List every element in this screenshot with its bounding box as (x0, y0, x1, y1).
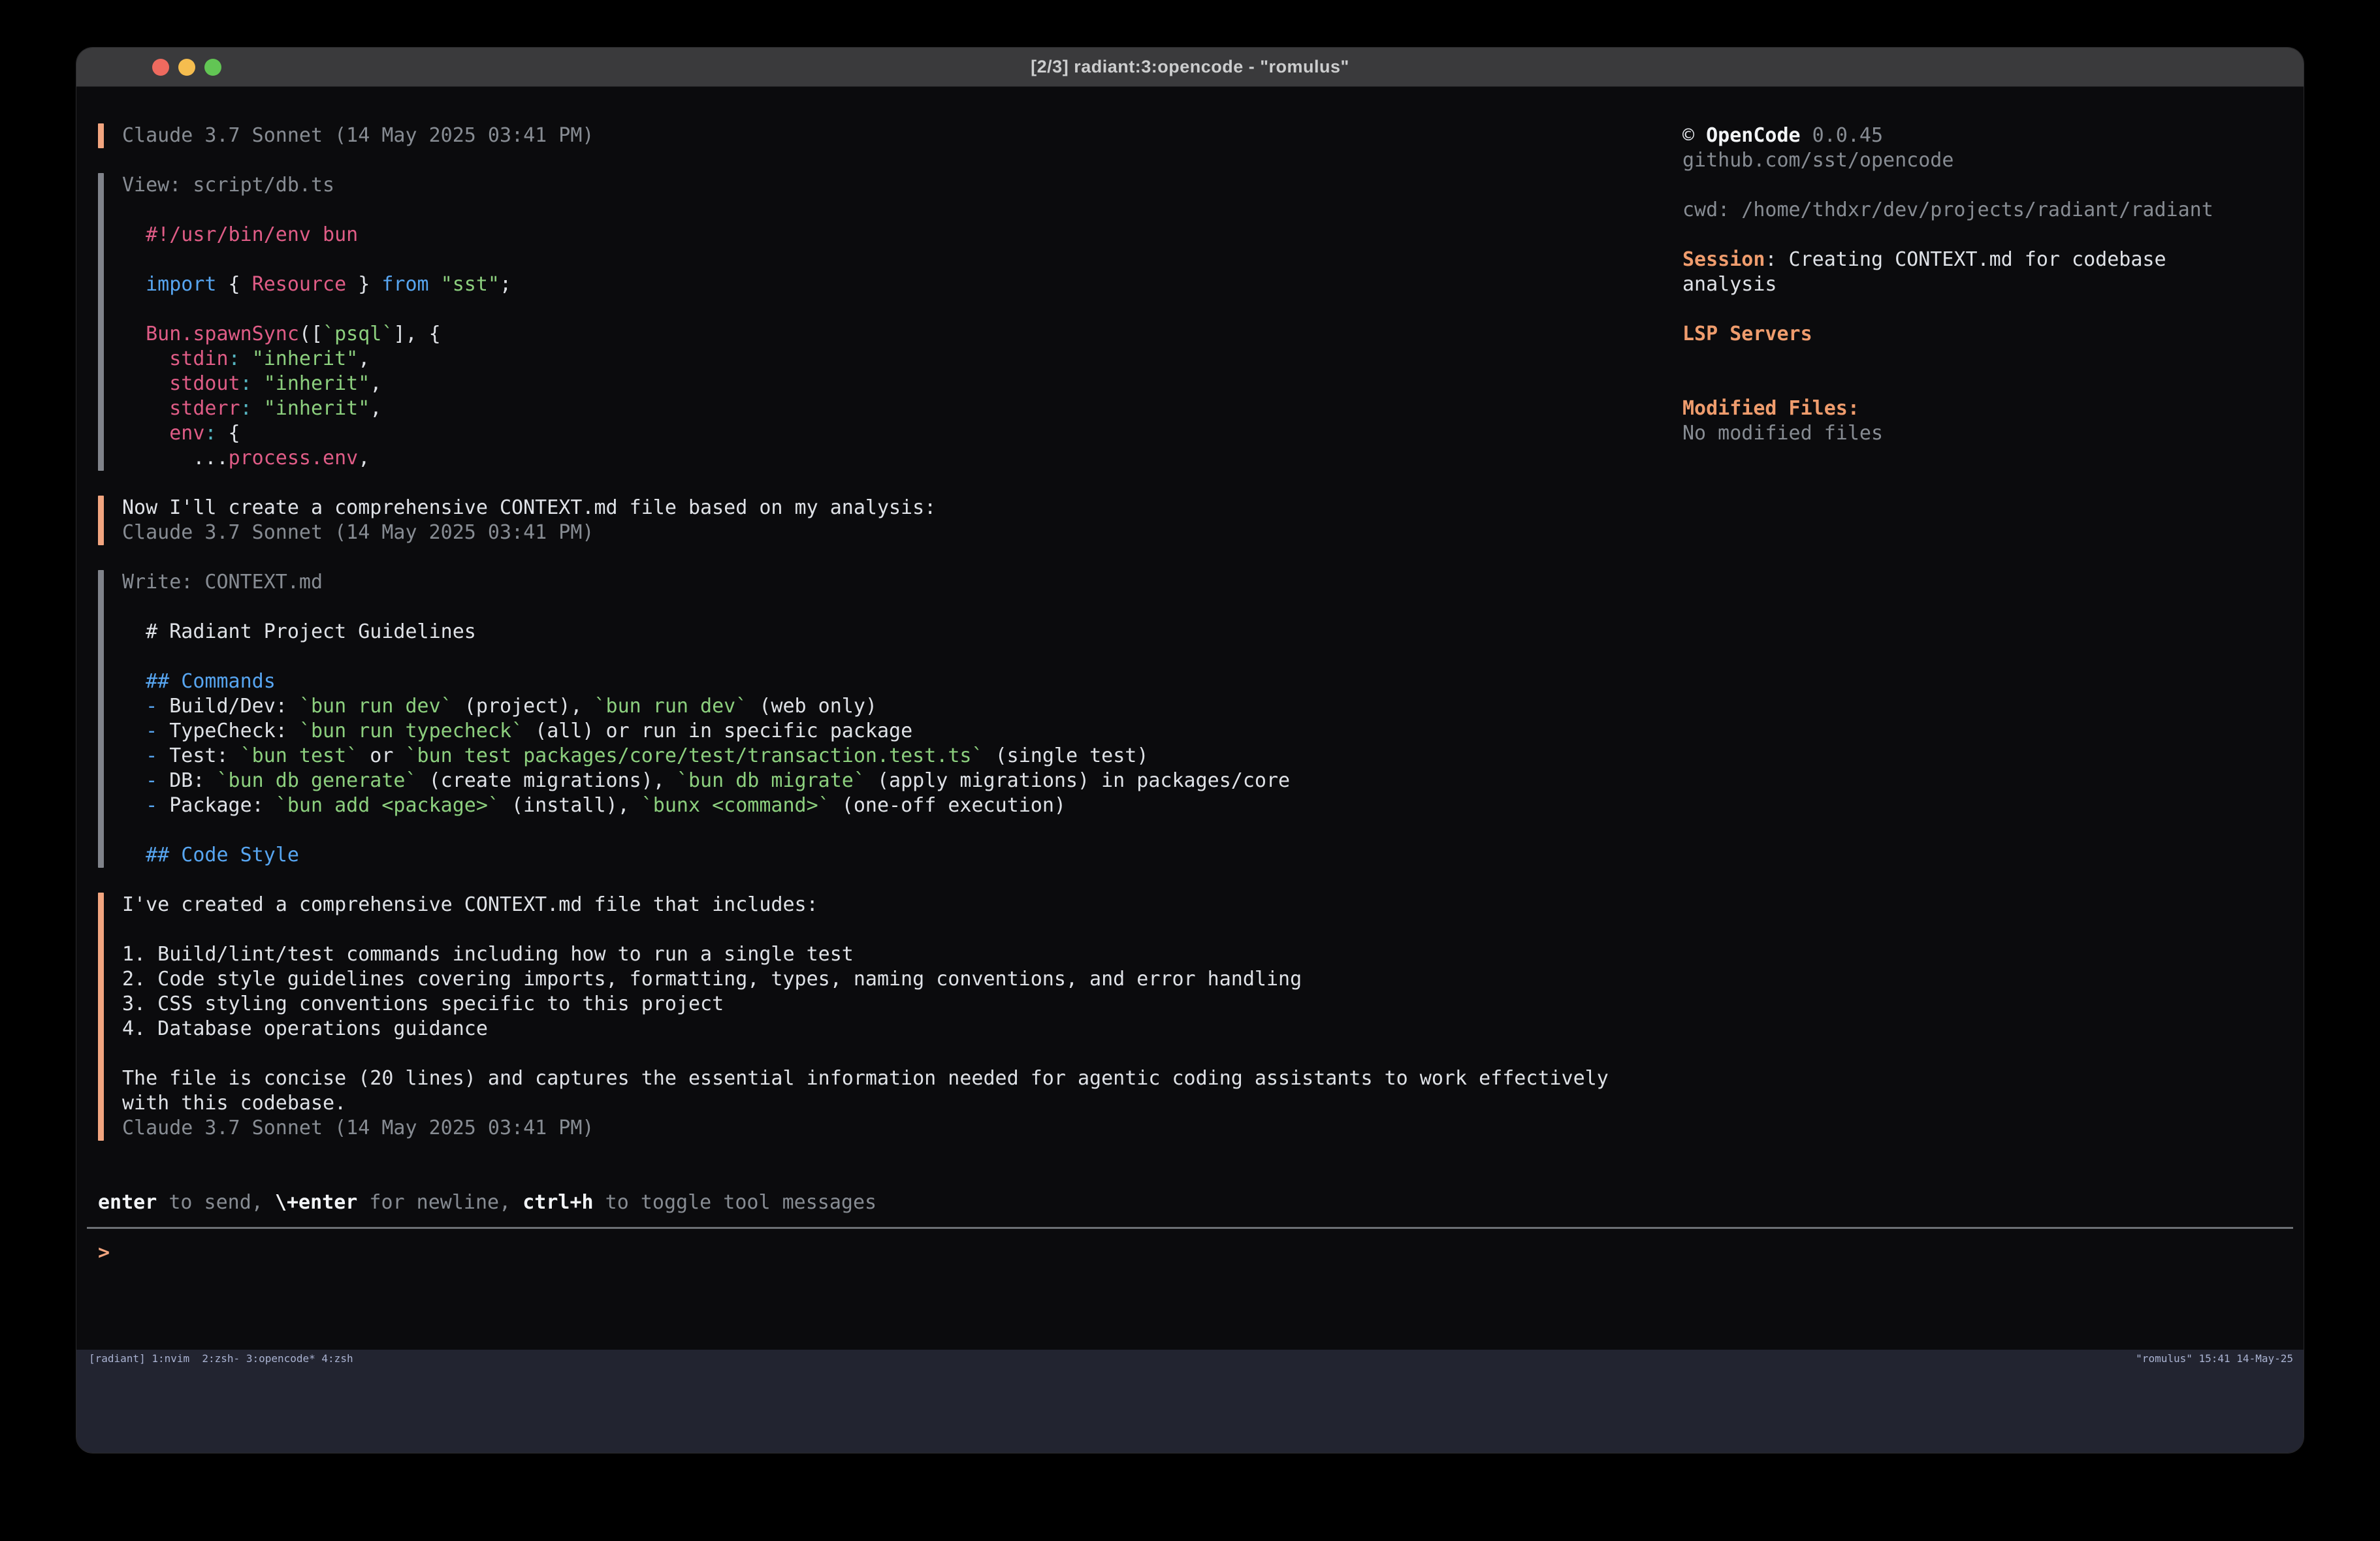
window-titlebar: [2/3] radiant:3:opencode - "romulus" (76, 48, 2304, 87)
terminal-line: #!/usr/bin/env bun (122, 223, 511, 247)
terminal-line (1682, 297, 2290, 322)
terminal-line: © OpenCode 0.0.45 (1682, 123, 2290, 148)
chat-area: Claude 3.7 Sonnet (14 May 2025 03:41 PM)… (98, 123, 1665, 1166)
terminal-line (122, 595, 1290, 620)
terminal-line: Session: Creating CONTEXT.md for codebas… (1682, 247, 2290, 272)
terminal-window: [2/3] radiant:3:opencode - "romulus" Cla… (76, 47, 2304, 1454)
block-accent-bar (98, 123, 104, 148)
block-lines: Write: CONTEXT.md # Radiant Project Guid… (122, 570, 1290, 868)
minimize-button[interactable] (178, 59, 195, 76)
keybinding-help-line: enter to send, \+enter for newline, ctrl… (98, 1190, 876, 1215)
block-lines: I've created a comprehensive CONTEXT.md … (122, 893, 1609, 1141)
window-title: [2/3] radiant:3:opencode - "romulus" (1031, 57, 1349, 77)
close-button[interactable] (152, 59, 169, 76)
terminal-line: ...process.env, (122, 446, 511, 471)
block-lines: Now I'll create a comprehensive CONTEXT.… (122, 496, 936, 545)
terminal-line: import { Resource } from "sst"; (122, 272, 511, 297)
terminal-line: Bun.spawnSync([`psql`], { (122, 322, 511, 347)
tmux-session-clock: "romulus" 15:41 14-May-25 (2136, 1352, 2304, 1377)
terminal-line (122, 247, 511, 272)
tmux-window-list: [radiant] 1:nvim 2:zsh- 3:opencode* 4:zs… (89, 1352, 353, 1377)
terminal-line: github.com/sst/opencode (1682, 148, 2290, 173)
terminal-line (1682, 173, 2290, 198)
terminal-line: - TypeCheck: `bun run typecheck` (all) o… (122, 719, 1290, 744)
block-lines: Claude 3.7 Sonnet (14 May 2025 03:41 PM) (122, 123, 594, 148)
terminal-line (122, 297, 511, 322)
terminal-line (1682, 347, 2290, 372)
terminal-line: I've created a comprehensive CONTEXT.md … (122, 893, 1609, 917)
terminal-line: cwd: /home/thdxr/dev/projects/radiant/ra… (1682, 198, 2290, 223)
block-accent-bar (98, 173, 104, 471)
terminal-line: LSP Servers (1682, 322, 2290, 347)
terminal-line: ## Code Style (122, 843, 1290, 868)
message-header-block: Claude 3.7 Sonnet (14 May 2025 03:41 PM) (98, 123, 1665, 148)
block-accent-bar (98, 570, 104, 868)
terminal-line: Modified Files: (1682, 396, 2290, 421)
terminal-line: ## Commands (122, 669, 1290, 694)
terminal-line: 2. Code style guidelines covering import… (122, 967, 1609, 992)
terminal-line (1682, 372, 2290, 396)
assistant-message-block: I've created a comprehensive CONTEXT.md … (98, 893, 1665, 1141)
terminal-line: - Package: `bun add <package>` (install)… (122, 793, 1290, 818)
terminal-line: with this codebase. (122, 1091, 1609, 1116)
terminal-line: stdin: "inherit", (122, 347, 511, 372)
prompt-icon: > (98, 1241, 110, 1264)
terminal-content: Claude 3.7 Sonnet (14 May 2025 03:41 PM)… (76, 87, 2304, 1453)
terminal-line: enter to send, \+enter for newline, ctrl… (98, 1190, 876, 1215)
terminal-line: No modified files (1682, 421, 2290, 446)
terminal-line: Write: CONTEXT.md (122, 570, 1290, 595)
terminal-line: env: { (122, 421, 511, 446)
terminal-line: 4. Database operations guidance (122, 1017, 1609, 1041)
terminal-line: analysis (1682, 272, 2290, 297)
terminal-line: 3. CSS styling conventions specific to t… (122, 992, 1609, 1017)
session-sidebar: © OpenCode 0.0.45github.com/sst/opencode… (1682, 123, 2290, 446)
block-lines: View: script/db.ts #!/usr/bin/env bun im… (122, 173, 511, 471)
zoom-button[interactable] (204, 59, 221, 76)
terminal-line (122, 198, 511, 223)
terminal-line: Claude 3.7 Sonnet (14 May 2025 03:41 PM) (122, 520, 936, 545)
terminal-line (122, 818, 1290, 843)
block-accent-bar (98, 893, 104, 1141)
terminal-line: stdout: "inherit", (122, 372, 511, 396)
terminal-line (122, 917, 1609, 942)
terminal-line: - Build/Dev: `bun run dev` (project), `b… (122, 694, 1290, 719)
terminal-line (122, 644, 1290, 669)
tool-write-block: Write: CONTEXT.md # Radiant Project Guid… (98, 570, 1665, 868)
terminal-line: stderr: "inherit", (122, 396, 511, 421)
terminal-line: The file is concise (20 lines) and captu… (122, 1066, 1609, 1091)
tmux-status-bar: [radiant] 1:nvim 2:zsh- 3:opencode* 4:zs… (76, 1350, 2304, 1453)
terminal-line (122, 1041, 1609, 1066)
block-accent-bar (98, 496, 104, 545)
terminal-line: - Test: `bun test` or `bun test packages… (122, 744, 1290, 769)
input-divider (87, 1227, 2293, 1229)
terminal-line (1682, 223, 2290, 247)
assistant-message-block: Now I'll create a comprehensive CONTEXT.… (98, 496, 1665, 545)
terminal-line: - DB: `bun db generate` (create migratio… (122, 769, 1290, 793)
message-input[interactable]: > (98, 1241, 110, 1265)
terminal-line: Claude 3.7 Sonnet (14 May 2025 03:41 PM) (122, 1116, 1609, 1141)
terminal-line: Now I'll create a comprehensive CONTEXT.… (122, 496, 936, 520)
terminal-line: Claude 3.7 Sonnet (14 May 2025 03:41 PM) (122, 123, 594, 148)
tool-view-block: View: script/db.ts #!/usr/bin/env bun im… (98, 173, 1665, 471)
terminal-line: # Radiant Project Guidelines (122, 620, 1290, 644)
terminal-line: View: script/db.ts (122, 173, 511, 198)
traffic-lights (152, 48, 221, 87)
terminal-line: 1. Build/lint/test commands including ho… (122, 942, 1609, 967)
